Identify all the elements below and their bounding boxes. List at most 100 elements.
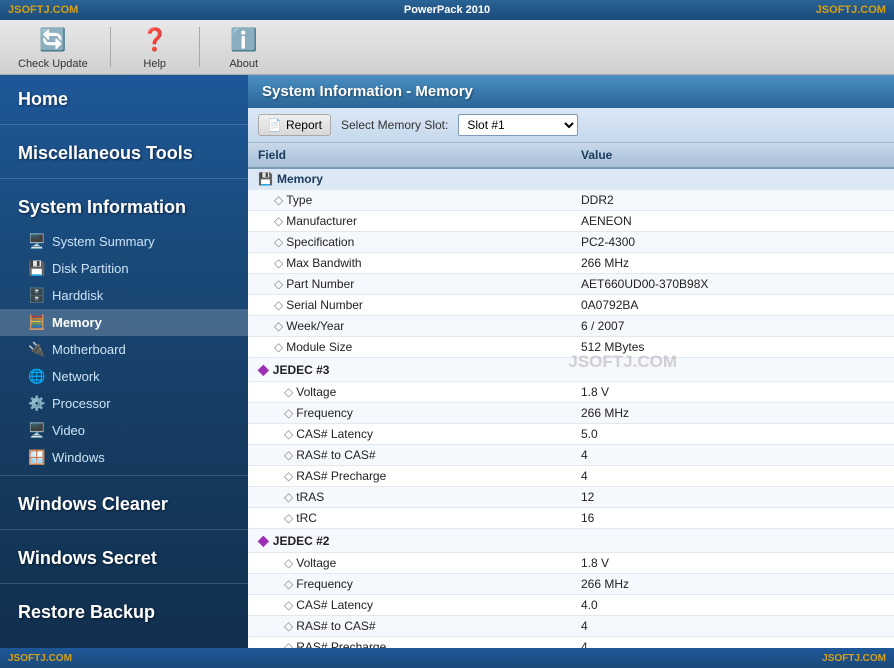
data-field: ◇Manufacturer bbox=[248, 211, 571, 232]
data-field: ◇Week/Year bbox=[248, 316, 571, 337]
table-row: ◇RAS# Precharge4 bbox=[248, 466, 894, 487]
sidebar: Home Miscellaneous Tools System Informat… bbox=[0, 75, 248, 648]
system-summary-label: System Summary bbox=[52, 234, 155, 249]
data-field: ◇CAS# Latency bbox=[248, 595, 571, 616]
main-layout: Home Miscellaneous Tools System Informat… bbox=[0, 75, 894, 648]
data-value: 12 bbox=[571, 487, 894, 508]
table-row: ◇CAS# Latency5.0 bbox=[248, 424, 894, 445]
title-bar: JSOFTJ.COM PowerPack 2010 JSOFTJ.COM bbox=[0, 0, 894, 20]
harddisk-label: Harddisk bbox=[52, 288, 103, 303]
windows-label: Windows bbox=[52, 450, 105, 465]
sidebar-item-system-summary[interactable]: 🖥️ System Summary bbox=[0, 228, 248, 255]
table-row: ◇SpecificationPC2-4300 bbox=[248, 232, 894, 253]
help-button[interactable]: ❓ Help bbox=[125, 20, 185, 74]
toolbar-separator-2 bbox=[199, 27, 200, 67]
table-row: ◆JEDEC #2 bbox=[248, 529, 894, 553]
table-row: ◇RAS# Precharge4 bbox=[248, 637, 894, 649]
table-row: ◇RAS# to CAS#4 bbox=[248, 445, 894, 466]
table-row: ◇CAS# Latency4.0 bbox=[248, 595, 894, 616]
sidebar-section-home[interactable]: Home bbox=[0, 75, 248, 120]
sidebar-item-video[interactable]: 🖥️ Video bbox=[0, 417, 248, 444]
sidebar-section-restore[interactable]: Restore Backup bbox=[0, 588, 248, 633]
check-update-label: Check Update bbox=[18, 58, 88, 70]
toolbar-separator-1 bbox=[110, 27, 111, 67]
sidebar-item-disk-partition[interactable]: 💾 Disk Partition bbox=[0, 255, 248, 282]
data-value: AET660UD00-370B98X bbox=[571, 274, 894, 295]
content-toolbar: 📄 Report Select Memory Slot: Slot #1 Slo… bbox=[248, 108, 894, 143]
disk-partition-label: Disk Partition bbox=[52, 261, 129, 276]
data-field: ◇RAS# to CAS# bbox=[248, 445, 571, 466]
data-value: 4.0 bbox=[571, 595, 894, 616]
data-value: 266 MHz bbox=[571, 403, 894, 424]
data-field: ◇Frequency bbox=[248, 574, 571, 595]
data-field: ◇Voltage bbox=[248, 553, 571, 574]
data-field: ◇tRC bbox=[248, 508, 571, 529]
data-value: 266 MHz bbox=[571, 574, 894, 595]
slot-select[interactable]: Slot #1 Slot #2 bbox=[458, 114, 578, 136]
data-field: ◇RAS# to CAS# bbox=[248, 616, 571, 637]
about-icon: ℹ️ bbox=[228, 24, 260, 56]
data-value: 5.0 bbox=[571, 424, 894, 445]
processor-label: Processor bbox=[52, 396, 111, 411]
section-field: 💾Memory bbox=[248, 168, 571, 190]
sidebar-section-sysinfo: System Information bbox=[0, 183, 248, 228]
table-row: ◇Serial Number0A0792BA bbox=[248, 295, 894, 316]
table-row: ◇Voltage1.8 V bbox=[248, 382, 894, 403]
sidebar-divider-5 bbox=[0, 583, 248, 584]
jedec-value bbox=[571, 358, 894, 382]
column-header-field: Field bbox=[248, 143, 571, 168]
data-field: ◇tRAS bbox=[248, 487, 571, 508]
sidebar-section-secret[interactable]: Windows Secret bbox=[0, 534, 248, 579]
sidebar-section-misc[interactable]: Miscellaneous Tools bbox=[0, 129, 248, 174]
sidebar-item-processor[interactable]: ⚙️ Processor bbox=[0, 390, 248, 417]
bottom-bar: JSOFTJ.COM JSOFTJ.COM bbox=[0, 648, 894, 668]
data-value: 266 MHz bbox=[571, 253, 894, 274]
data-field: ◇Type bbox=[248, 190, 571, 211]
select-memory-slot-label: Select Memory Slot: bbox=[341, 118, 448, 132]
motherboard-label: Motherboard bbox=[52, 342, 126, 357]
data-value: 16 bbox=[571, 508, 894, 529]
memory-icon: 🧮 bbox=[28, 314, 46, 331]
sidebar-item-windows[interactable]: 🪟 Windows bbox=[0, 444, 248, 471]
table-row: ◇Frequency266 MHz bbox=[248, 403, 894, 424]
sidebar-item-network[interactable]: 🌐 Network bbox=[0, 363, 248, 390]
data-value: 4 bbox=[571, 445, 894, 466]
table-row: ◇Module Size512 MBytes bbox=[248, 337, 894, 358]
table-row: ◇Voltage1.8 V bbox=[248, 553, 894, 574]
about-button[interactable]: ℹ️ About bbox=[214, 20, 274, 74]
title-bar-app-name: PowerPack 2010 bbox=[404, 4, 490, 16]
column-header-value: Value bbox=[571, 143, 894, 168]
disk-partition-icon: 💾 bbox=[28, 260, 46, 277]
sidebar-item-harddisk[interactable]: 🗄️ Harddisk bbox=[0, 282, 248, 309]
processor-icon: ⚙️ bbox=[28, 395, 46, 412]
jedec-field: ◆JEDEC #3 bbox=[248, 358, 571, 382]
sidebar-item-motherboard[interactable]: 🔌 Motherboard bbox=[0, 336, 248, 363]
table-row: ◇TypeDDR2 bbox=[248, 190, 894, 211]
data-value: PC2-4300 bbox=[571, 232, 894, 253]
check-update-button[interactable]: 🔄 Check Update bbox=[10, 20, 96, 74]
table-row: ◇tRAS12 bbox=[248, 487, 894, 508]
data-field: ◇Voltage bbox=[248, 382, 571, 403]
data-field: ◇RAS# Precharge bbox=[248, 466, 571, 487]
data-field: ◇Serial Number bbox=[248, 295, 571, 316]
sidebar-divider-4 bbox=[0, 529, 248, 530]
section-value bbox=[571, 168, 894, 190]
data-field: ◇Module Size bbox=[248, 337, 571, 358]
data-field: ◇Part Number bbox=[248, 274, 571, 295]
windows-icon: 🪟 bbox=[28, 449, 46, 466]
sidebar-item-memory[interactable]: 🧮 Memory bbox=[0, 309, 248, 336]
bottom-left-brand: JSOFTJ.COM bbox=[8, 653, 72, 664]
title-bar-right-brand: JSOFTJ.COM bbox=[816, 4, 886, 16]
table-row: ◇RAS# to CAS#4 bbox=[248, 616, 894, 637]
data-value: 0A0792BA bbox=[571, 295, 894, 316]
report-icon: 📄 bbox=[267, 118, 282, 132]
sidebar-section-cleaner[interactable]: Windows Cleaner bbox=[0, 480, 248, 525]
table-container[interactable]: Field Value 💾Memory◇TypeDDR2◇Manufacture… bbox=[248, 143, 894, 648]
data-value: 4 bbox=[571, 637, 894, 649]
table-row: ◇Max Bandwith266 MHz bbox=[248, 253, 894, 274]
report-button[interactable]: 📄 Report bbox=[258, 114, 331, 136]
memory-label: Memory bbox=[52, 315, 102, 330]
content-area: System Information - Memory 📄 Report Sel… bbox=[248, 75, 894, 648]
data-value: DDR2 bbox=[571, 190, 894, 211]
content-header: System Information - Memory bbox=[248, 75, 894, 108]
